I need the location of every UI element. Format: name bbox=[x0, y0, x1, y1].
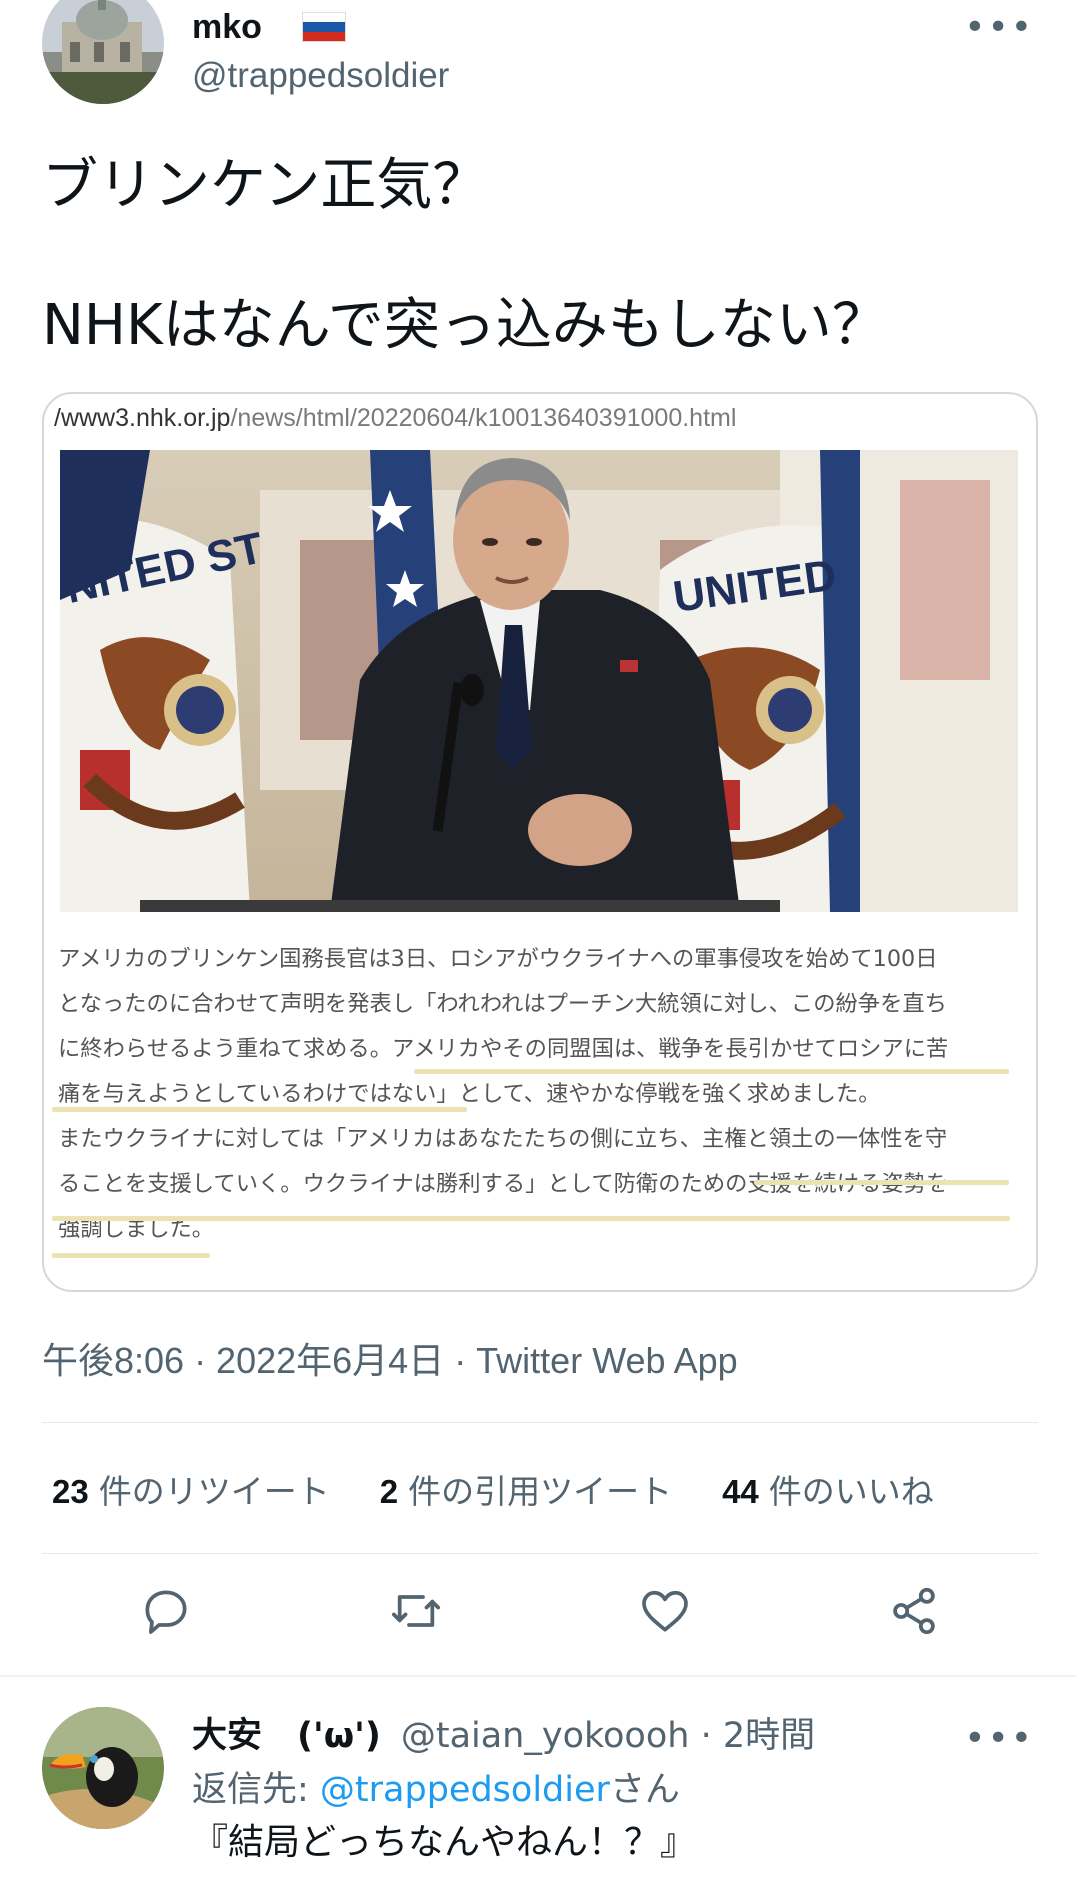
highlight-underline bbox=[52, 1107, 467, 1112]
more-options-icon[interactable]: ••• bbox=[964, 10, 1034, 46]
tweet-stats: 23 件のリツイート 2 件の引用ツイート 44 件のいいね bbox=[52, 1465, 934, 1513]
article-line: アメリカのブリンケン国務長官は3日、ロシアがウクライナへの軍事侵攻を始めて100… bbox=[58, 946, 938, 972]
attached-image[interactable]: /www3.nhk.or.jp/news/html/20220604/k1001… bbox=[42, 392, 1038, 1292]
url-domain: /www3.nhk.or.jp bbox=[54, 404, 231, 432]
action-bar bbox=[0, 1583, 1076, 1639]
likes-stat[interactable]: 44 件のいいね bbox=[722, 1465, 934, 1513]
tweet-timestamp[interactable]: 午後8:06 · 2022年6月4日 · Twitter Web App bbox=[42, 1332, 738, 1384]
divider bbox=[42, 1422, 1038, 1423]
article-line: 強調しました。 bbox=[58, 1216, 215, 1242]
highlight-underline bbox=[414, 1069, 1009, 1074]
url-path: /news/html/20220604/k10013640391000.html bbox=[230, 404, 737, 432]
reply-to-line: 返信先: @trappedsoldierさん bbox=[192, 1770, 680, 1810]
reply-author-avatar[interactable] bbox=[42, 1707, 164, 1829]
highlight-underline bbox=[52, 1216, 1010, 1221]
article-line: に終わらせるよう重ねて求める。アメリカやその同盟国は、戦争を長引かせてロシアに苦 bbox=[58, 1036, 949, 1062]
retweets-stat[interactable]: 23 件のリツイート bbox=[52, 1465, 330, 1513]
divider bbox=[42, 1553, 1038, 1554]
author-handle[interactable]: @trappedsoldier bbox=[192, 56, 449, 96]
quotes-stat[interactable]: 2 件の引用ツイート bbox=[380, 1465, 672, 1513]
author-name[interactable]: mko bbox=[192, 8, 262, 47]
highlight-underline bbox=[52, 1253, 210, 1258]
article-line: またウクライナに対しては「アメリカはあなたたちの側に立ち、主権と領土の一体性を守 bbox=[58, 1126, 948, 1152]
article-url: /www3.nhk.or.jp/news/html/20220604/k1001… bbox=[54, 404, 736, 433]
reply-text: 『結局どっちなんやねん！？』 bbox=[192, 1822, 697, 1863]
retweet-icon[interactable] bbox=[388, 1583, 444, 1639]
author-info: mko @trappedsoldier bbox=[192, 6, 449, 96]
share-icon[interactable] bbox=[886, 1583, 942, 1639]
article-photo: NITED ST UNITED bbox=[60, 450, 1018, 912]
heart-icon[interactable] bbox=[637, 1583, 693, 1639]
more-options-icon[interactable]: ••• bbox=[964, 1721, 1034, 1757]
tweet-text-line-2: NHKはなんで突っ込みもしない？ bbox=[42, 293, 888, 358]
reply-tweet[interactable]: 大安 ('ω') @taian_yokoooh · 2時間 ••• 返信先: @t… bbox=[0, 1675, 1076, 1893]
reply-author-handle[interactable]: @taian_yokoooh · 2時間 bbox=[401, 1716, 815, 1756]
tweet-text-line-1: ブリンケン正気？ bbox=[42, 153, 489, 218]
russia-flag-icon bbox=[301, 12, 346, 42]
highlight-underline bbox=[754, 1180, 1009, 1185]
article-text: アメリカのブリンケン国務長官は3日、ロシアがウクライナへの軍事侵攻を始めて100… bbox=[58, 937, 1024, 1252]
reply-icon[interactable] bbox=[138, 1583, 194, 1639]
mention-link[interactable]: @trappedsoldier bbox=[320, 1770, 610, 1810]
reply-author-name[interactable]: 大安 ('ω') bbox=[192, 1716, 381, 1756]
article-line: となったのに合わせて声明を発表し「われわれはプーチン大統領に対し、この紛争を直ち bbox=[58, 991, 947, 1017]
tweet-text: ブリンケン正気？ NHKはなんで突っ込みもしない？ bbox=[42, 150, 888, 362]
reply-header: 大安 ('ω') @taian_yokoooh · 2時間 bbox=[192, 1707, 815, 1758]
author-avatar[interactable] bbox=[42, 0, 164, 104]
